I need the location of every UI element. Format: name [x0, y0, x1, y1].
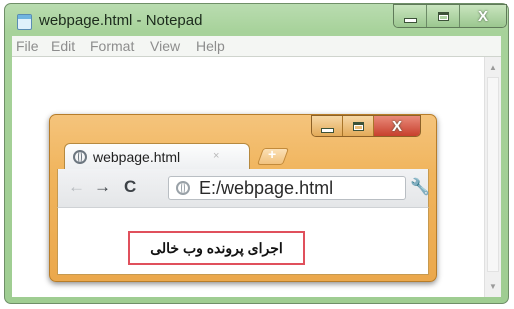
globe-icon	[73, 150, 87, 164]
notepad-vertical-scrollbar[interactable]: ▲ ▼	[484, 57, 501, 297]
minimize-icon	[403, 17, 417, 23]
browser-toolbar: ← → C E:/webpage.html 🔧	[57, 169, 430, 207]
chrome-window: X webpage.html × + ← → C E:/webpage.html…	[49, 114, 437, 282]
page-content: اجرای پرونده وب خالی	[57, 207, 429, 275]
scrollbar-track[interactable]	[487, 77, 499, 272]
maximize-icon	[437, 11, 449, 21]
page-text: اجرای پرونده وب خالی	[150, 239, 283, 256]
plus-icon: +	[268, 146, 277, 162]
address-bar[interactable]: E:/webpage.html	[168, 176, 406, 200]
notepad-maximize-button[interactable]	[427, 5, 460, 27]
address-url[interactable]: E:/webpage.html	[199, 178, 333, 199]
maximize-icon	[352, 121, 364, 131]
chrome-close-button[interactable]: X	[374, 116, 420, 136]
wrench-icon[interactable]: 🔧	[410, 177, 430, 197]
notepad-title: webpage.html - Notepad	[39, 12, 203, 29]
notepad-menubar: File Edit Format View Help	[12, 36, 501, 56]
globe-icon	[176, 181, 190, 195]
chrome-window-controls: X	[311, 115, 421, 137]
reload-button[interactable]: C	[124, 177, 136, 197]
tab-webpage[interactable]: webpage.html ×	[64, 143, 250, 169]
chrome-maximize-button[interactable]	[343, 116, 374, 136]
menu-help[interactable]: Help	[196, 38, 225, 54]
close-icon: X	[477, 7, 488, 25]
menu-view[interactable]: View	[150, 38, 180, 54]
notepad-window-controls: X	[393, 4, 507, 28]
notepad-minimize-button[interactable]	[394, 5, 427, 27]
minimize-icon	[320, 127, 334, 133]
tab-close-icon[interactable]: ×	[213, 150, 219, 162]
scroll-down-icon[interactable]: ▼	[489, 282, 497, 291]
highlight-box: اجرای پرونده وب خالی	[128, 231, 305, 265]
forward-button[interactable]: →	[94, 177, 111, 197]
tab-title: webpage.html	[93, 149, 181, 165]
notepad-close-button[interactable]: X	[460, 5, 506, 27]
back-button[interactable]: ←	[68, 177, 85, 197]
menu-format[interactable]: Format	[90, 38, 134, 54]
menu-edit[interactable]: Edit	[51, 38, 75, 54]
close-icon: X	[391, 117, 402, 135]
menu-file[interactable]: File	[16, 38, 39, 54]
chrome-minimize-button[interactable]	[312, 116, 343, 136]
notepad-icon	[17, 14, 32, 30]
scroll-up-icon[interactable]: ▲	[489, 63, 497, 72]
